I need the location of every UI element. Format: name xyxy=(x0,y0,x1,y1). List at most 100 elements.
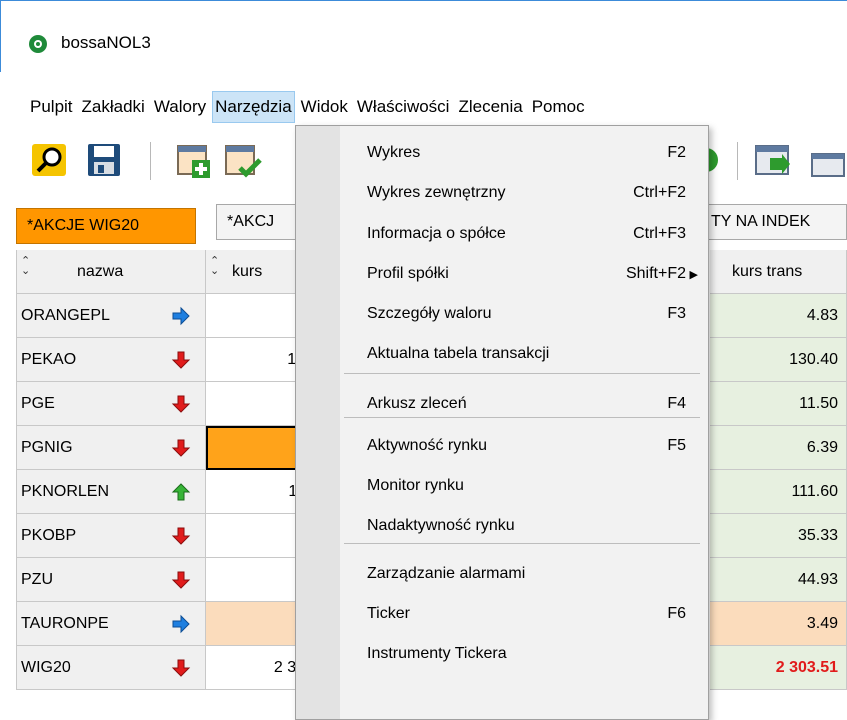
instrument-name: PEKAO xyxy=(21,350,77,368)
menu-item-shortcut: F3 xyxy=(667,305,686,322)
cell-name[interactable]: WIG20 xyxy=(16,646,206,690)
menu-item-2[interactable]: Informacja o spółce Ctrl+F3 xyxy=(340,214,708,254)
header-kurs-trans[interactable]: kurs trans xyxy=(710,250,847,294)
menu-walory[interactable]: Walory xyxy=(151,91,209,123)
menu-item-shortcut: Ctrl+F3 xyxy=(633,225,686,242)
menu-item-11[interactable]: Ticker F6 xyxy=(340,594,708,634)
menu-item-shortcut: Ctrl+F2 xyxy=(633,184,686,201)
menu-item-label: Szczegóły waloru xyxy=(367,305,492,322)
menu-widok[interactable]: Widok xyxy=(298,91,351,123)
toolbar-separator-2 xyxy=(737,142,738,180)
menu-item-label: Informacja o spółce xyxy=(367,225,506,242)
export-sheet-icon[interactable] xyxy=(752,140,792,180)
cell-name[interactable]: ORANGEPL xyxy=(16,294,206,338)
save-icon[interactable] xyxy=(84,140,124,180)
submenu-arrow-icon: ▶ xyxy=(689,268,698,281)
menu-bar: Pulpit Zakładki Walory Narzędzia Widok W… xyxy=(0,88,847,126)
menu-item-shortcut: F2 xyxy=(667,144,686,161)
cell-kurs-trans[interactable]: 130.40 xyxy=(710,338,847,382)
menu-item-1[interactable]: Wykres zewnętrzny Ctrl+F2 xyxy=(340,173,708,213)
instrument-name: TAURONPE xyxy=(21,614,109,632)
instrument-name: PGNIG xyxy=(21,438,73,456)
menu-item-label: Zarządzanie alarmami xyxy=(367,565,526,582)
instrument-name: ORANGEPL xyxy=(21,306,110,324)
kurs-trans-value: 44.93 xyxy=(797,570,838,588)
kurs-trans-value: 6.39 xyxy=(806,438,838,456)
menu-icon-gutter xyxy=(296,126,340,719)
header-nazwa-label: nazwa xyxy=(77,262,124,280)
title-bar: bossaNOL3 xyxy=(0,0,847,72)
sort-icon: ⌃ ⌄ xyxy=(210,255,220,277)
menu-item-label: Profil spółki xyxy=(367,265,449,282)
menu-item-label: Aktywność rynku xyxy=(367,437,488,454)
menu-item-shortcut: F6 xyxy=(667,605,686,622)
menu-pomoc[interactable]: Pomoc xyxy=(529,91,588,123)
menu-item-10[interactable]: Zarządzanie alarmami xyxy=(340,554,708,594)
cell-kurs-trans[interactable]: 2 303.51 xyxy=(710,646,847,690)
cell-name[interactable]: PKNORLEN xyxy=(16,470,206,514)
header-kurs-trans-label: kurs trans xyxy=(732,262,803,280)
menu-item-4[interactable]: Szczegóły waloru F3 xyxy=(340,294,708,334)
menu-zakladki[interactable]: Zakładki xyxy=(79,91,148,123)
kurs-trans-value: 35.33 xyxy=(797,526,838,544)
menu-item-12[interactable]: Instrumenty Tickera xyxy=(340,634,708,674)
cell-name[interactable]: PZU xyxy=(16,558,206,602)
toolbar-separator xyxy=(150,142,151,180)
menu-item-8[interactable]: Monitor rynku xyxy=(340,466,708,506)
export-sheet-icon-2[interactable] xyxy=(808,140,847,180)
menu-item-label: Instrumenty Tickera xyxy=(367,645,507,662)
cell-kurs-trans[interactable]: 4.83 xyxy=(710,294,847,338)
cell-name[interactable]: PEKAO xyxy=(16,338,206,382)
menu-zlecenia[interactable]: Zlecenia xyxy=(455,91,525,123)
cell-kurs-trans[interactable]: 111.60 xyxy=(710,470,847,514)
instrument-name: PZU xyxy=(21,570,53,588)
menu-item-shortcut: F4 xyxy=(667,395,686,412)
sort-icon: ⌃ ⌄ xyxy=(21,255,31,277)
tab-akcje-wig20[interactable]: *AKCJE WIG20 xyxy=(16,208,196,244)
instrument-name: WIG20 xyxy=(21,658,71,676)
search-icon[interactable] xyxy=(30,140,70,180)
menu-item-0[interactable]: Wykres F2 xyxy=(340,133,708,173)
cell-name[interactable]: PKOBP xyxy=(16,514,206,558)
menu-pulpit[interactable]: Pulpit xyxy=(27,91,76,123)
menu-item-9[interactable]: Nadaktywność rynku xyxy=(340,506,708,546)
tab-indeksy[interactable]: TY NA INDEK xyxy=(700,204,847,240)
menu-item-label: Wykres xyxy=(367,144,421,161)
header-nazwa[interactable]: ⌃ ⌄ nazwa xyxy=(16,250,206,294)
cell-kurs-trans[interactable]: 11.50 xyxy=(710,382,847,426)
header-kurs-label: kurs xyxy=(232,262,263,280)
menu-wlasciwosci[interactable]: Właściwości xyxy=(354,91,453,123)
cell-name[interactable]: PGNIG xyxy=(16,426,206,470)
window-title: bossaNOL3 xyxy=(61,33,151,52)
check-sheet-icon[interactable] xyxy=(222,140,262,180)
instrument-name: PGE xyxy=(21,394,55,412)
kurs-trans-value: 2 303.51 xyxy=(775,658,838,676)
kurs-trans-value: 111.60 xyxy=(791,482,838,500)
cell-kurs-trans[interactable]: 3.49 xyxy=(710,602,847,646)
cell-kurs-trans[interactable]: 6.39 xyxy=(710,426,847,470)
menu-item-label: Nadaktywność rynku xyxy=(367,517,515,534)
menu-item-label: Arkusz zleceń xyxy=(367,395,467,412)
menu-item-6[interactable]: Arkusz zleceń F4 xyxy=(340,384,708,424)
instrument-name: PKOBP xyxy=(21,526,77,544)
add-sheet-icon[interactable] xyxy=(174,140,214,180)
menu-item-shortcut: F5 xyxy=(667,437,686,454)
kurs-trans-value: 3.49 xyxy=(806,614,838,632)
menu-item-label: Ticker xyxy=(367,605,410,622)
menu-item-label: Wykres zewnętrzny xyxy=(367,184,506,201)
cell-name[interactable]: PGE xyxy=(16,382,206,426)
menu-item-shortcut: Shift+F2 xyxy=(625,265,686,282)
menu-item-label: Aktualna tabela transakcji xyxy=(367,345,550,362)
cell-name[interactable]: TAURONPE xyxy=(16,602,206,646)
menu-item-5[interactable]: Aktualna tabela transakcji xyxy=(340,334,708,374)
cell-kurs-trans[interactable]: 35.33 xyxy=(710,514,847,558)
narzedzia-dropdown-menu: Wykres F2 Wykres zewnętrzny Ctrl+F2 Informac… xyxy=(295,125,709,720)
kurs-trans-value: 11.50 xyxy=(799,394,838,412)
menu-narzedzia[interactable]: Narzędzia xyxy=(212,91,295,123)
menu-item-7[interactable]: Aktywność rynku F5 xyxy=(340,426,708,466)
kurs-trans-value: 4.83 xyxy=(806,306,838,324)
menu-item-3[interactable]: Profil spółki Shift+F2 ▶ xyxy=(340,254,708,294)
instrument-name: PKNORLEN xyxy=(21,482,110,500)
app-logo-icon xyxy=(29,35,47,53)
cell-kurs-trans[interactable]: 44.93 xyxy=(710,558,847,602)
